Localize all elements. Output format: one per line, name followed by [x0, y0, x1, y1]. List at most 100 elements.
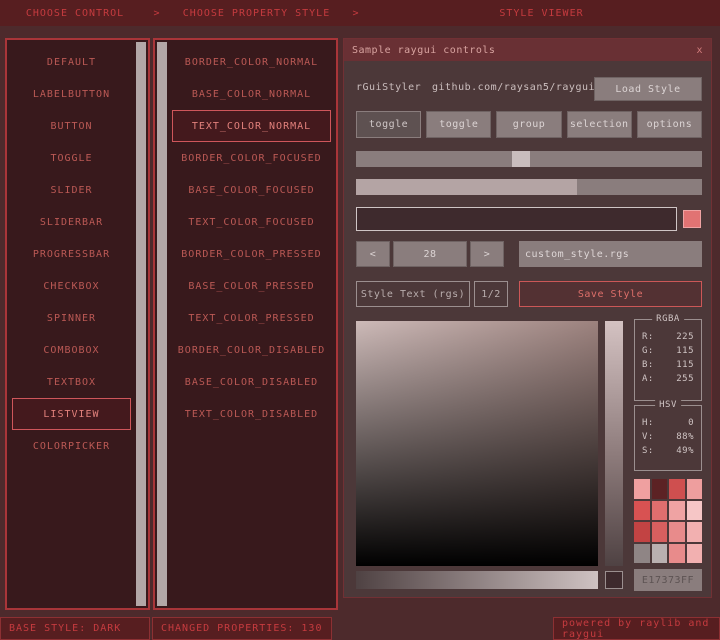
statusbar: BASE STYLE: DARK CHANGED PROPERTIES: 130…	[0, 617, 720, 640]
property-item-base-color-normal[interactable]: BASE_COLOR_NORMAL	[172, 78, 331, 110]
control-item-listview-selected[interactable]: LISTVIEW	[12, 398, 131, 430]
palette-swatch[interactable]	[652, 522, 668, 542]
save-style-button[interactable]: Save Style	[519, 281, 702, 307]
rguistyler-app: CHOOSE CONTROL > CHOOSE PROPERTY STYLE >…	[0, 0, 720, 640]
sample-window-title: Sample raygui controls	[352, 45, 696, 56]
control-item-progressbar[interactable]: PROGRESSBAR	[12, 238, 131, 270]
palette-swatch[interactable]	[687, 522, 703, 542]
properties-scrollbar[interactable]	[157, 42, 167, 606]
powered-by-label: powered by raylib and raygui	[553, 617, 720, 640]
chevron-right-icon: >	[349, 8, 363, 19]
control-item-default[interactable]: DEFAULT	[12, 46, 131, 78]
control-item-button[interactable]: BUTTON	[12, 110, 131, 142]
property-item-border-color-normal[interactable]: BORDER_COLOR_NORMAL	[172, 46, 331, 78]
close-icon[interactable]: x	[696, 45, 703, 56]
property-item-border-color-focused[interactable]: BORDER_COLOR_FOCUSED	[172, 142, 331, 174]
property-item-base-color-pressed[interactable]: BASE_COLOR_PRESSED	[172, 270, 331, 302]
sample-window-titlebar[interactable]: Sample raygui controls x	[344, 39, 711, 61]
palette-swatch[interactable]	[669, 501, 685, 521]
hsv-groupbox: HSV H:0 V:88% S:49%	[634, 405, 702, 471]
control-item-labelbutton[interactable]: LABELBUTTON	[12, 78, 131, 110]
step-style-viewer: STYLE VIEWER	[363, 8, 720, 19]
palette-swatch[interactable]	[687, 544, 703, 564]
property-item-text-color-pressed[interactable]: TEXT_COLOR_PRESSED	[172, 302, 331, 334]
page-indicator-button[interactable]: 1/2	[474, 281, 508, 307]
spinner-value-box[interactable]: 28	[393, 241, 467, 267]
sample-slider[interactable]	[356, 151, 702, 167]
spinner-decrement-button[interactable]: <	[356, 241, 390, 267]
property-item-text-color-disabled[interactable]: TEXT_COLOR_DISABLED	[172, 398, 331, 430]
selection-toggle-button[interactable]: selection	[567, 111, 632, 138]
palette-swatch[interactable]	[687, 479, 703, 499]
text-color-swatch	[683, 210, 701, 228]
property-item-base-color-focused[interactable]: BASE_COLOR_FOCUSED	[172, 174, 331, 206]
group-toggle-button[interactable]: group	[496, 111, 561, 138]
rgba-groupbox: RGBA R:225 G:115 B:115 A:255	[634, 319, 702, 401]
palette-swatch[interactable]	[652, 544, 668, 564]
control-item-colorpicker[interactable]: COLORPICKER	[12, 430, 131, 462]
hsv-row-v: V:88%	[642, 432, 694, 442]
options-toggle-button[interactable]: options	[637, 111, 702, 138]
palette-swatch[interactable]	[634, 501, 650, 521]
rgba-group-title: RGBA	[652, 314, 684, 324]
palette-swatch[interactable]	[669, 522, 685, 542]
alpha-slider-bar[interactable]	[356, 571, 598, 589]
hue-slider-bar[interactable]	[605, 321, 623, 566]
base-style-status: BASE STYLE: DARK	[0, 617, 150, 640]
changed-properties-status: CHANGED PROPERTIES: 130	[152, 617, 332, 640]
step-choose-property-style: CHOOSE PROPERTY STYLE	[164, 8, 349, 19]
control-item-spinner[interactable]: SPINNER	[12, 302, 131, 334]
controls-scrollbar[interactable]	[136, 42, 146, 606]
palette-swatch[interactable]	[634, 479, 650, 499]
property-item-text-color-normal-selected[interactable]: TEXT_COLOR_NORMAL	[172, 110, 331, 142]
property-item-base-color-disabled[interactable]: BASE_COLOR_DISABLED	[172, 366, 331, 398]
sample-window-body: rGuiStyler github.com/raysan5/raygui Loa…	[344, 61, 711, 597]
sample-textbox[interactable]	[356, 207, 677, 231]
spinner-increment-button[interactable]: >	[470, 241, 504, 267]
palette-swatch[interactable]	[634, 544, 650, 564]
toggle-button[interactable]: toggle	[426, 111, 491, 138]
rgba-row-g: G:115	[642, 346, 694, 356]
hex-value-textbox[interactable]: E17373FF	[634, 569, 702, 591]
step-choose-control: CHOOSE CONTROL	[0, 8, 150, 19]
toggle-group: toggle toggle group selection options	[356, 111, 702, 138]
sample-progressbar	[356, 179, 702, 195]
color-picker-panel[interactable]	[356, 321, 598, 566]
palette-swatch[interactable]	[687, 501, 703, 521]
rgba-row-a: A:255	[642, 374, 694, 384]
properties-list: BORDER_COLOR_NORMAL BASE_COLOR_NORMAL TE…	[172, 46, 331, 604]
property-item-border-color-disabled[interactable]: BORDER_COLOR_DISABLED	[172, 334, 331, 366]
control-item-toggle[interactable]: TOGGLE	[12, 142, 131, 174]
repo-link[interactable]: github.com/raysan5/raygui	[432, 82, 592, 93]
property-item-border-color-pressed[interactable]: BORDER_COLOR_PRESSED	[172, 238, 331, 270]
control-item-combobox[interactable]: COMBOBOX	[12, 334, 131, 366]
hsv-row-h: H:0	[642, 418, 694, 428]
progressbar-fill	[356, 179, 577, 195]
control-item-sliderbar[interactable]: SLIDERBAR	[12, 206, 131, 238]
style-filename-box[interactable]: custom_style.rgs	[519, 241, 702, 267]
color-palette-grid	[634, 479, 702, 563]
sample-window: Sample raygui controls x rGuiStyler gith…	[343, 38, 712, 598]
load-style-button[interactable]: Load Style	[594, 77, 702, 101]
slider-handle[interactable]	[512, 151, 530, 167]
toggle-button-active[interactable]: toggle	[356, 111, 421, 138]
palette-swatch[interactable]	[634, 522, 650, 542]
control-item-textbox[interactable]: TEXTBOX	[12, 366, 131, 398]
properties-list-panel: BORDER_COLOR_NORMAL BASE_COLOR_NORMAL TE…	[153, 38, 338, 610]
palette-swatch[interactable]	[669, 479, 685, 499]
alpha-toggle-box[interactable]	[605, 571, 623, 589]
palette-swatch[interactable]	[669, 544, 685, 564]
controls-list-panel: DEFAULT LABELBUTTON BUTTON TOGGLE SLIDER…	[5, 38, 150, 610]
style-text-button[interactable]: Style Text (rgs)	[356, 281, 470, 307]
hsv-row-s: S:49%	[642, 446, 694, 456]
topbar: CHOOSE CONTROL > CHOOSE PROPERTY STYLE >…	[0, 0, 720, 26]
controls-list: DEFAULT LABELBUTTON BUTTON TOGGLE SLIDER…	[12, 46, 131, 604]
palette-swatch[interactable]	[652, 479, 668, 499]
statusbar-spacer	[332, 617, 553, 640]
property-item-text-color-focused[interactable]: TEXT_COLOR_FOCUSED	[172, 206, 331, 238]
control-item-checkbox[interactable]: CHECKBOX	[12, 270, 131, 302]
control-item-slider[interactable]: SLIDER	[12, 174, 131, 206]
palette-swatch[interactable]	[652, 501, 668, 521]
rgba-row-b: B:115	[642, 360, 694, 370]
hsv-group-title: HSV	[655, 400, 681, 410]
